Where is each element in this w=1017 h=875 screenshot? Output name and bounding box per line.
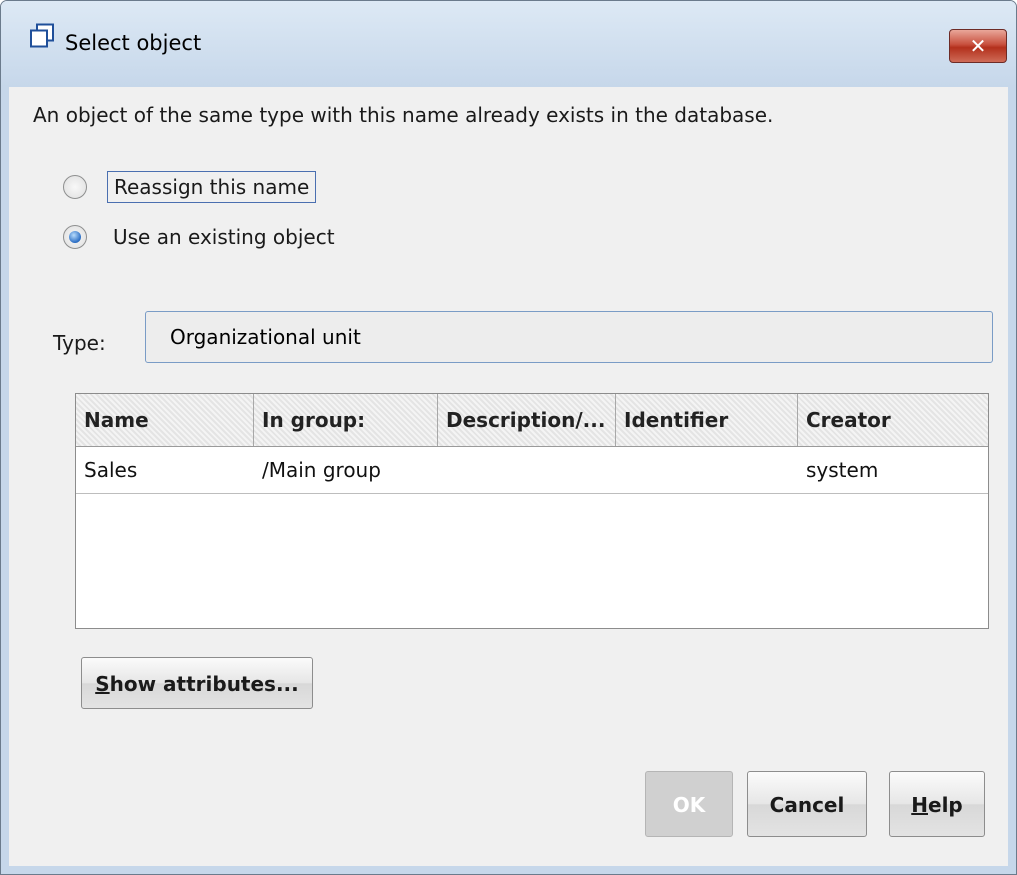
column-header-in-group[interactable]: In group: [254, 394, 438, 446]
cell-identifier [616, 447, 798, 493]
type-label: Type: [53, 331, 106, 355]
use-existing-option[interactable]: Use an existing object [63, 219, 341, 255]
dialog-content: An object of the same type with this nam… [9, 87, 1008, 866]
window-frame-left [1, 87, 9, 874]
cell-in-group: /Main group [262, 458, 381, 482]
reassign-name-option[interactable]: Reassign this name [63, 169, 317, 205]
cell-name: Sales [84, 458, 138, 482]
title-bar[interactable]: Select object ✕ [1, 1, 1016, 87]
table-row[interactable]: Sales /Main group system [76, 447, 988, 494]
window-frame-bottom [1, 866, 1016, 874]
column-header-name[interactable]: Name [76, 394, 254, 446]
table-header: Name In group: Description/... Identifie… [76, 394, 988, 447]
cell-description [438, 447, 616, 493]
select-object-dialog: Select object ✕ An object of the same ty… [0, 0, 1017, 875]
cell-creator: system [806, 458, 879, 482]
column-header-creator[interactable]: Creator [798, 394, 988, 446]
window-copy-icon [30, 23, 54, 48]
use-existing-radio[interactable] [63, 225, 87, 249]
help-button[interactable]: Help [889, 771, 985, 837]
show-attributes-button[interactable]: Show attributes... [81, 657, 313, 709]
window-frame-right [1008, 87, 1016, 874]
reassign-name-radio[interactable] [63, 175, 87, 199]
close-button[interactable]: ✕ [949, 29, 1007, 63]
ok-button[interactable]: OK [645, 771, 733, 837]
close-icon: ✕ [969, 34, 987, 58]
type-field: Organizational unit [145, 311, 993, 363]
cancel-button[interactable]: Cancel [747, 771, 867, 837]
column-header-description[interactable]: Description/... [438, 394, 616, 446]
use-existing-label[interactable]: Use an existing object [107, 222, 341, 252]
info-message: An object of the same type with this nam… [33, 103, 774, 127]
reassign-name-label[interactable]: Reassign this name [107, 171, 317, 203]
objects-table: Name In group: Description/... Identifie… [75, 393, 989, 629]
dialog-title: Select object [65, 31, 202, 55]
column-header-identifier[interactable]: Identifier [616, 394, 798, 446]
